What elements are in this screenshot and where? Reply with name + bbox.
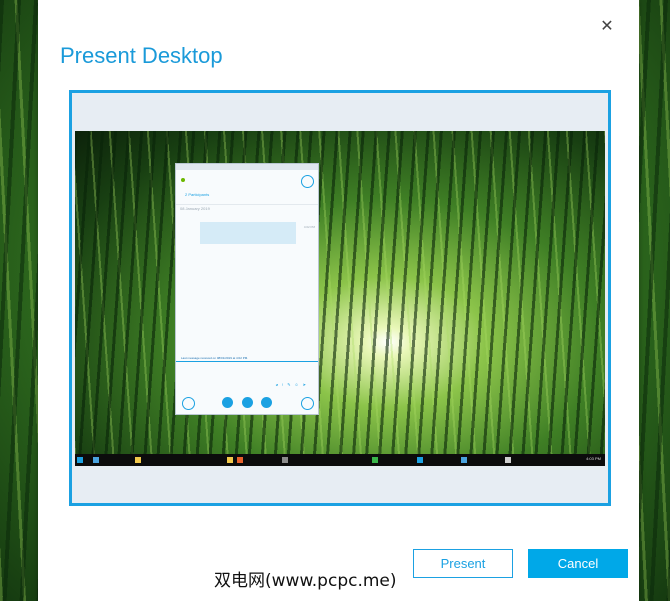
video-call-icon: [222, 397, 233, 408]
status-dot-icon: [181, 178, 185, 182]
chat-date: 08 January 2019: [180, 206, 210, 211]
last-message-note: Last message received on 08/01/2019 at 4…: [181, 356, 249, 360]
dialog-title: Present Desktop: [60, 43, 223, 68]
taskbar-app-icon: [135, 457, 141, 463]
share-screen-icon: [261, 397, 272, 408]
taskbar-app-icon: [505, 457, 511, 463]
message-time: 4:02 PM: [303, 225, 315, 229]
chat-icon: [182, 397, 195, 410]
call-actions: [176, 397, 318, 411]
browser-icon: [237, 457, 243, 463]
audio-call-icon: [242, 397, 253, 408]
taskbar-app-icon: [461, 457, 467, 463]
cancel-button[interactable]: Cancel: [528, 549, 628, 578]
present-desktop-dialog: ✕ Present Desktop 2 Participants 08 Janu…: [38, 0, 639, 601]
taskbar-clock: 4:03 PM: [586, 456, 601, 461]
message-bubble: [200, 222, 296, 244]
folder-icon: [227, 457, 233, 463]
compose-divider: [176, 361, 318, 362]
present-button[interactable]: Present: [413, 549, 513, 578]
start-icon: [77, 457, 83, 463]
skype-icon: [417, 457, 423, 463]
taskbar-app-icon: [93, 457, 99, 463]
chat-header: 2 Participants: [176, 170, 318, 205]
taskbar-thumbnail: 4:03 PM: [75, 454, 605, 466]
add-people-icon: [301, 175, 314, 188]
more-options-icon: [301, 397, 314, 410]
desktop-preview[interactable]: 2 Participants 08 January 2019 4:02 PM L…: [69, 90, 611, 506]
participants-label: 2 Participants: [185, 192, 210, 197]
watermark: 双电网(www.pcpc.me): [212, 566, 399, 591]
desktop-thumbnail: 2 Participants 08 January 2019 4:02 PM L…: [75, 131, 605, 466]
skype-window-thumbnail: 2 Participants 08 January 2019 4:02 PM L…: [175, 163, 319, 415]
taskbar-app-icon: [282, 457, 288, 463]
taskbar-app-icon: [372, 457, 378, 463]
compose-tools-icons: ⌀!✎☺➤: [275, 382, 310, 387]
close-icon[interactable]: ✕: [597, 16, 617, 36]
